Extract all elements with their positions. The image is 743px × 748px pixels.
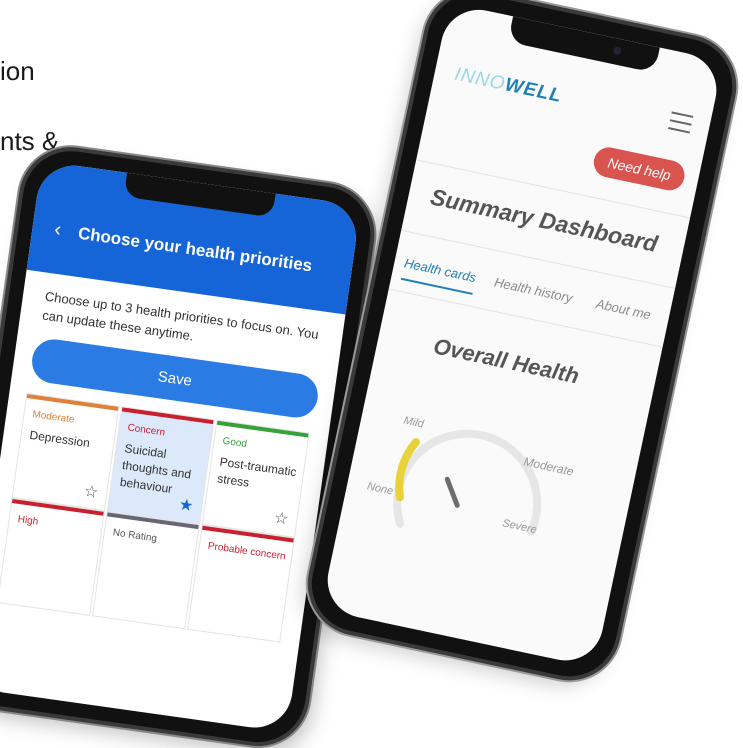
- divider: [388, 288, 663, 348]
- dashboard-tabs: Health cards Health history About me: [403, 255, 664, 322]
- gauge-needle: [444, 476, 460, 508]
- priority-card-high[interactable]: High: [0, 499, 104, 615]
- background-text-line-1: ion: [0, 56, 35, 86]
- card-level: Moderate: [31, 409, 76, 426]
- overall-health-title: Overall Health: [431, 333, 582, 389]
- need-help-button[interactable]: Need help: [591, 144, 688, 194]
- logo-part-2: WELL: [503, 74, 564, 107]
- card-name: Suicidal thoughts and behaviour: [119, 441, 193, 497]
- priority-card-depression[interactable]: Moderate Depression ☆: [12, 394, 119, 510]
- star-outline-icon[interactable]: ☆: [83, 481, 100, 503]
- priority-card-suicidal-thoughts[interactable]: Concern Suicidal thoughts and behaviour …: [107, 407, 214, 524]
- right-phone: INNOWELL Need help Summary Dashboard Hea…: [302, 0, 742, 686]
- chevron-left-icon[interactable]: ‹: [53, 218, 63, 242]
- dashboard-title: Summary Dashboard: [428, 183, 660, 257]
- card-level: No Rating: [112, 527, 158, 545]
- card-name: Post-traumatic stress: [216, 454, 298, 490]
- priority-card-probable-concern[interactable]: Probable concern: [188, 525, 294, 642]
- tab-health-cards[interactable]: Health cards: [403, 255, 478, 285]
- left-phone: ‹ Choose your health priorities Choose u…: [0, 145, 377, 748]
- left-phone-screen: ‹ Choose your health priorities Choose u…: [0, 160, 361, 733]
- left-phone-notch: [123, 172, 276, 218]
- priority-card-no-rating[interactable]: No Rating: [93, 512, 199, 629]
- left-phone-frame: ‹ Choose your health priorities Choose u…: [0, 145, 377, 748]
- overall-health-gauge: Mild Moderate None Severe: [357, 379, 586, 577]
- card-level: Concern: [126, 422, 166, 439]
- hamburger-menu-icon[interactable]: [667, 111, 694, 139]
- camera-icon: [612, 45, 623, 56]
- right-phone-screen: INNOWELL Need help Summary Dashboard Hea…: [320, 2, 724, 668]
- tab-health-history[interactable]: Health history: [493, 274, 574, 305]
- logo-part-1: INNO: [452, 63, 508, 95]
- card-level: Good: [221, 435, 248, 451]
- tab-about-me[interactable]: About me: [595, 296, 653, 322]
- gauge-svg: [393, 429, 542, 536]
- innowell-logo: INNOWELL: [452, 64, 564, 108]
- star-outline-icon[interactable]: ☆: [273, 508, 290, 530]
- card-level: Probable concern: [207, 540, 287, 563]
- priorities-title: Choose your health priorities: [76, 223, 314, 276]
- right-phone-notch: [507, 16, 660, 73]
- star-filled-icon[interactable]: ★: [178, 494, 195, 516]
- card-name: Depression: [28, 427, 91, 451]
- priority-card-ptsd[interactable]: Good Post-traumatic stress ☆: [202, 420, 309, 537]
- right-phone-frame: INNOWELL Need help Summary Dashboard Hea…: [302, 0, 742, 686]
- card-level: High: [17, 513, 39, 528]
